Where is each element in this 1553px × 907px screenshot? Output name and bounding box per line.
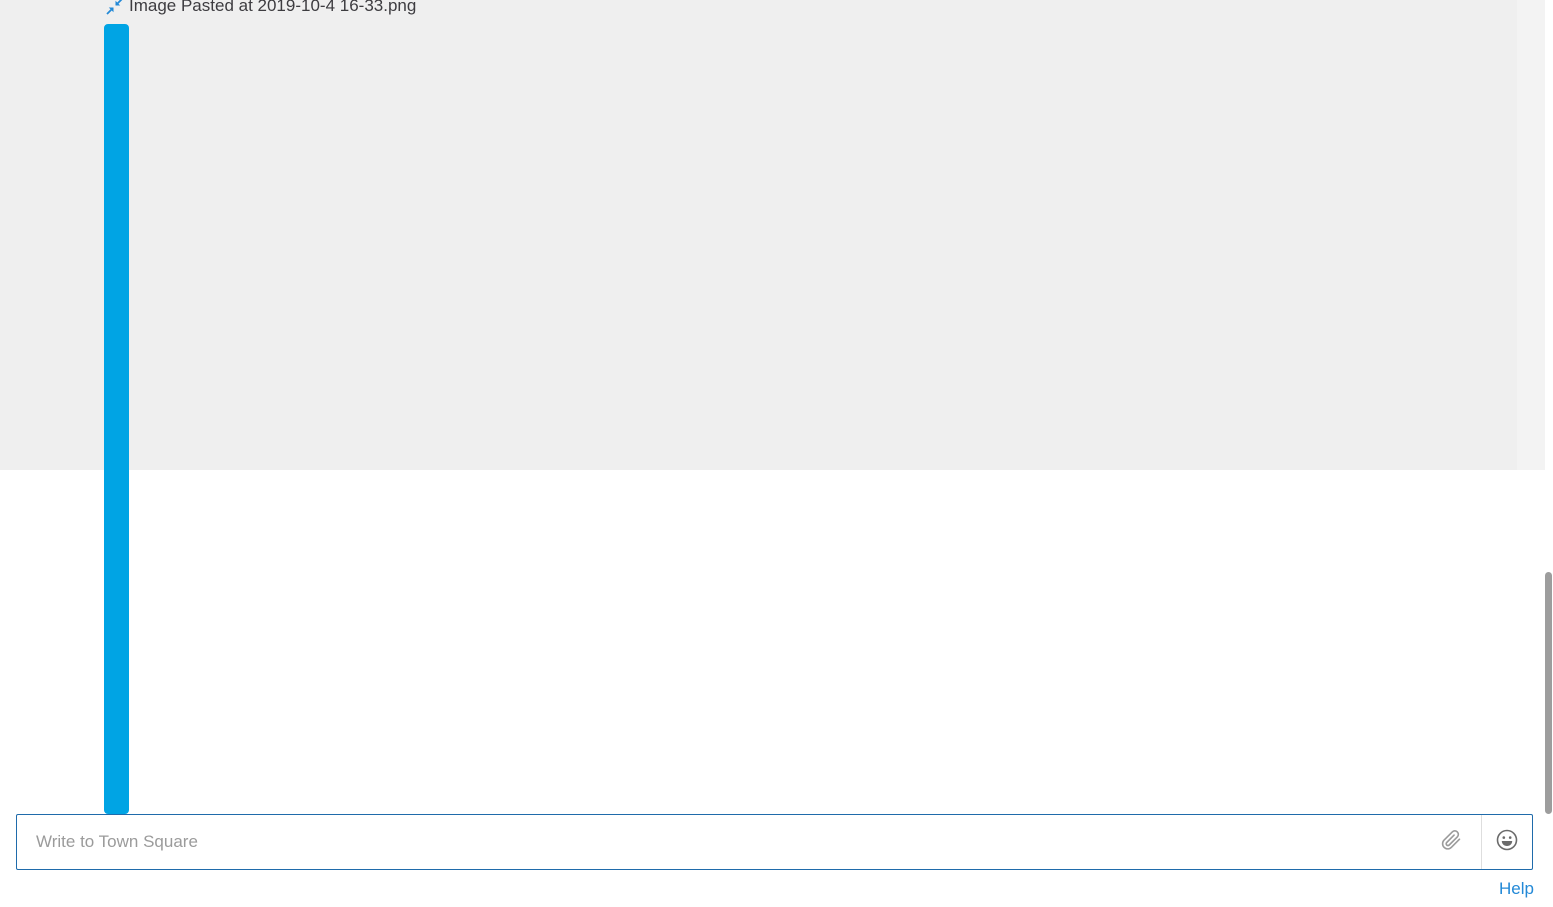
smiley-icon [1496,829,1518,856]
paperclip-icon [1440,828,1464,857]
message-input[interactable] [17,815,1427,869]
image-preview[interactable] [104,24,129,814]
attachment-toggle[interactable]: Image Pasted at 2019-10-4 16-33.png [106,0,416,17]
post-background-edge [1517,0,1545,470]
help-link[interactable]: Help [1499,878,1534,900]
attachment-filename[interactable]: Image Pasted at 2019-10-4 16-33.png [129,0,416,17]
emoji-picker-button[interactable] [1494,829,1520,855]
message-composer [16,814,1533,870]
scrollbar-thumb[interactable] [1545,572,1552,814]
collapse-arrows-icon[interactable] [106,0,123,15]
post-highlight-background [0,0,1517,470]
channel-view: Image Pasted at 2019-10-4 16-33.png Writ… [0,0,1553,907]
attach-file-button[interactable] [1439,829,1465,855]
composer-divider [1481,815,1482,869]
